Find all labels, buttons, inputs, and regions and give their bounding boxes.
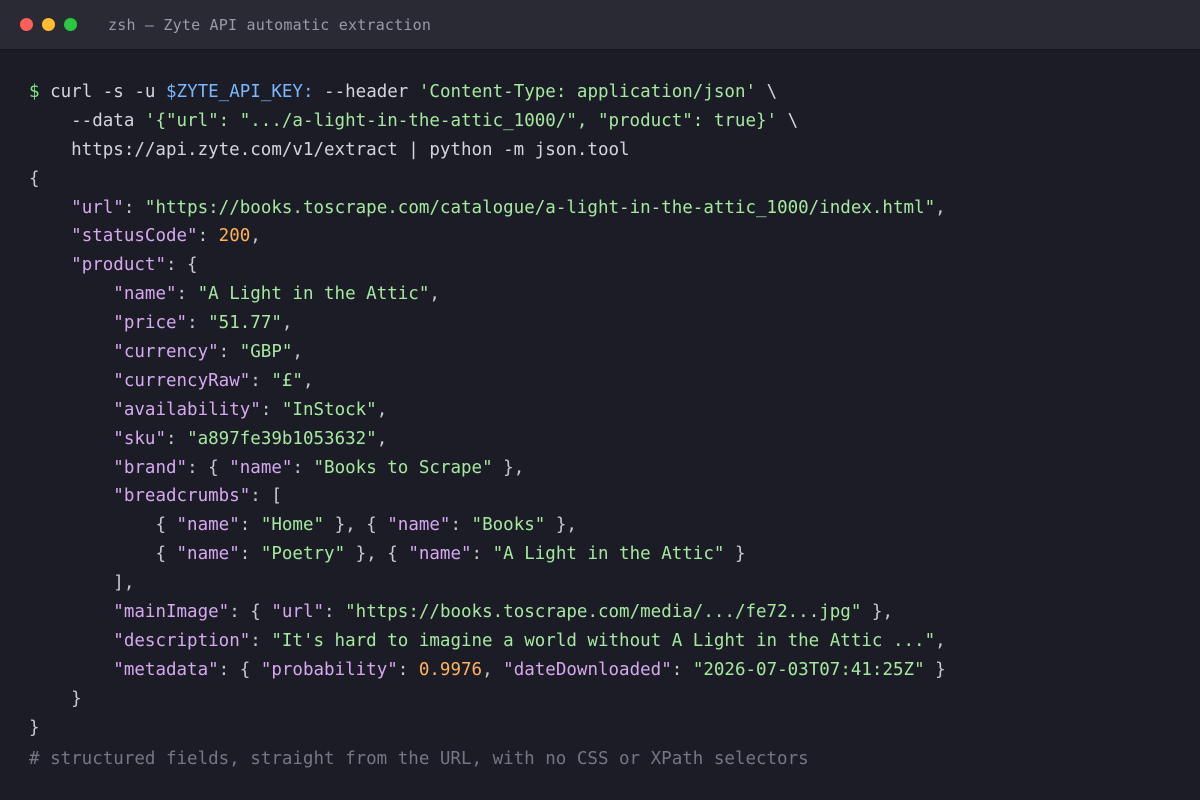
json-key: "price" [113, 313, 188, 334]
json-line: "description": "It's hard to imagine a w… [113, 630, 946, 651]
json-string: "https://books.toscrape.com/media/.../fe… [345, 602, 862, 623]
json-string: "Poetry" [260, 544, 346, 565]
json-key: "mainImage" [113, 602, 230, 623]
json-key: "probability" [260, 659, 398, 680]
line-continuation: \ [756, 82, 778, 102]
json-key: "name" [176, 544, 240, 565]
title-bar: zsh — Zyte API automatic extraction [0, 0, 1200, 50]
window-title: zsh — Zyte API automatic extraction [108, 15, 432, 34]
header-string: 'Content-Type: application/json' [418, 82, 757, 102]
json-line: "currency": "GBP", [113, 342, 303, 363]
json-line: "product": { [71, 255, 198, 276]
json-number: 0.9976 [418, 659, 483, 680]
json-string: "GBP" [239, 342, 293, 363]
json-line: } [29, 717, 40, 738]
json-line: ], [113, 573, 135, 594]
json-line: "brand": { "name": "Books to Scrape" }, [113, 457, 525, 478]
shell-prompt: $ [29, 82, 40, 102]
json-key: "statusCode" [71, 226, 198, 247]
json-key: "name" [229, 457, 293, 478]
json-line: "metadata": { "probability": 0.9976, "da… [113, 659, 946, 680]
json-string: "InStock" [281, 399, 377, 420]
command-text: --data [29, 110, 145, 131]
json-line: "name": "A Light in the Attic", [113, 284, 440, 305]
json-line: { "name": "Poetry" }, { "name": "A Light… [155, 544, 746, 565]
json-string: "£" [271, 370, 303, 391]
maximize-button[interactable] [64, 18, 77, 31]
json-number: 200 [218, 226, 251, 247]
json-key: "name" [408, 544, 472, 565]
command-line-3: https://api.zyte.com/v1/extract | python… [29, 139, 630, 160]
json-line: "url": "https://books.toscrape.com/catal… [71, 197, 946, 218]
shell-comment: # structured fields, straight from the U… [29, 749, 809, 770]
json-string: "Home" [260, 515, 325, 536]
json-line: { "name": "Home" }, { "name": "Books" }, [155, 515, 577, 536]
command-text: curl -s -u [50, 82, 166, 102]
env-variable: $ZYTE_API_KEY: [166, 82, 314, 102]
minimize-button[interactable] [42, 18, 55, 31]
command-line-2: --data '{"url": ".../a-light-in-the-atti… [29, 107, 1200, 136]
json-string: "A Light in the Attic" [492, 544, 725, 565]
json-key: "name" [176, 515, 240, 536]
json-line: "breadcrumbs": [ [113, 486, 282, 507]
json-string: "51.77" [208, 313, 282, 334]
json-line: } [71, 688, 82, 709]
terminal-window: zsh — Zyte API automatic extraction $ cu… [0, 0, 1200, 800]
close-button[interactable] [20, 18, 33, 31]
json-string: "https://books.toscrape.com/catalogue/a-… [144, 197, 936, 218]
json-string: "2026-07-03T07:41:25Z" [692, 659, 925, 680]
json-line: "sku": "a897fe39b1053632", [113, 428, 388, 449]
json-key: "brand" [113, 457, 188, 478]
json-string: "Books" [471, 515, 546, 536]
json-key: "sku" [113, 428, 166, 449]
json-key: "name" [113, 284, 177, 305]
json-key: "metadata" [113, 659, 219, 680]
data-string: '{"url": ".../a-light-in-the-attic_1000/… [144, 110, 778, 131]
json-key: "url" [71, 197, 124, 218]
json-key: "breadcrumbs" [113, 486, 251, 507]
json-key: "dateDownloaded" [503, 659, 672, 680]
json-line: "price": "51.77", [113, 313, 293, 334]
json-line: "statusCode": 200, [71, 226, 261, 247]
json-line: "availability": "InStock", [113, 399, 388, 420]
json-string: "A Light in the Attic" [197, 284, 430, 305]
terminal-output[interactable]: $ curl -s -u $ZYTE_API_KEY: --header 'Co… [0, 50, 1200, 774]
json-key: "url" [271, 602, 325, 623]
json-line: { [29, 168, 40, 189]
json-string: "a897fe39b1053632" [187, 428, 377, 449]
json-key: "name" [387, 515, 451, 536]
json-line: "mainImage": { "url": "https://books.tos… [113, 602, 893, 623]
command-text: --header [313, 82, 419, 102]
json-key: "currencyRaw" [113, 370, 251, 391]
line-continuation: \ [777, 110, 799, 131]
command-line-1: $ curl -s -u $ZYTE_API_KEY: --header 'Co… [29, 78, 1200, 107]
json-key: "availability" [113, 399, 261, 420]
json-string: "It's hard to imagine a world without A … [271, 630, 936, 651]
json-line: "currencyRaw": "£", [113, 370, 314, 391]
json-key: "currency" [113, 342, 219, 363]
json-key: "product" [71, 255, 166, 276]
json-string: "Books to Scrape" [313, 457, 493, 478]
json-key: "description" [113, 630, 251, 651]
